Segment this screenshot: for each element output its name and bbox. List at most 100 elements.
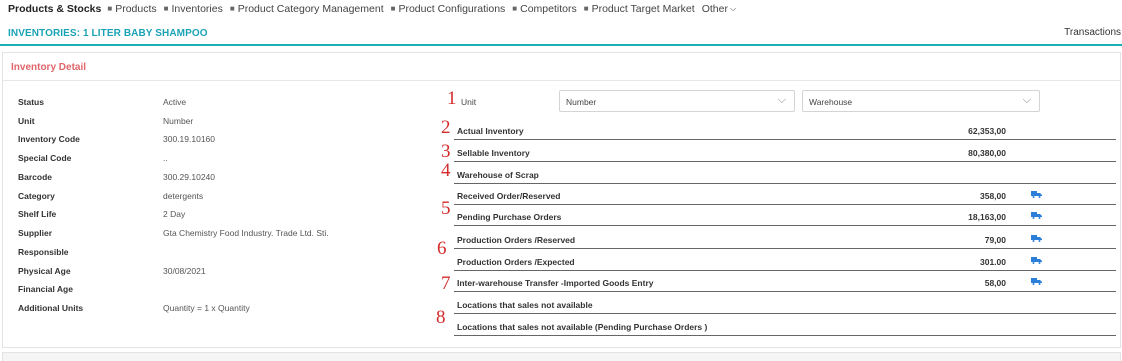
nav-item-label: Other xyxy=(701,2,728,15)
detail-row-unit: Unit Number xyxy=(18,116,438,128)
annotation-8: 8 xyxy=(436,307,446,328)
detail-label: Category xyxy=(18,191,55,201)
nav-item-competitors[interactable]: ■ Competitors xyxy=(512,3,576,15)
nav-item-label: Inventories xyxy=(171,2,223,15)
detail-label: Responsible xyxy=(18,247,69,257)
detail-row-responsible: Responsible xyxy=(18,247,438,259)
nav-item-inventories[interactable]: ■ Inventories xyxy=(164,3,223,15)
annotation-4: 4 xyxy=(441,160,451,181)
top-nav: Products & Stocks ■ Products ■ Inventories… xyxy=(0,0,1122,17)
detail-row-special-code: Special Code.. xyxy=(18,153,438,165)
inventory-label: Production Orders /Reserved xyxy=(457,235,576,245)
inventory-value: 18,163,00 xyxy=(968,212,1006,222)
detail-value: Gta Chemistry Food Industry. Trade Ltd. … xyxy=(163,228,329,238)
inventory-row-locations-pending-purchase: Locations that sales not available (Pend… xyxy=(454,318,1116,336)
bullet-icon: ■ xyxy=(512,4,518,13)
detail-value: .. xyxy=(163,153,168,163)
detail-label: Inventory Code xyxy=(18,134,80,144)
inventory-label: Locations that sales not available xyxy=(457,300,593,310)
detail-row-supplier: Supplier Gta Chemistry Food Industry. Tra… xyxy=(18,228,438,240)
inventory-row-production-reserved: Production Orders /Reserved 79,00 xyxy=(454,231,1116,249)
bullet-icon: ■ xyxy=(583,4,589,13)
nav-item-products[interactable]: ■ Products xyxy=(107,3,156,15)
detail-label: Status xyxy=(18,97,44,107)
chevron-down-icon: ⌵ xyxy=(777,94,786,106)
inventory-row-locations-not-available: Locations that sales not available xyxy=(454,296,1116,314)
detail-row-additional-units: Additional Units Quantity = 1 x Quantity xyxy=(18,303,438,315)
inventory-row-scrap: Warehouse of Scrap xyxy=(454,166,1116,184)
detail-value: 300.29.10240 xyxy=(163,172,215,182)
inventory-label: Inter-warehouse Transfer -Imported Goods… xyxy=(457,278,654,288)
annotation-5: 5 xyxy=(441,198,451,219)
inventory-row-sellable: Sellable Inventory 80,380,00 xyxy=(454,144,1116,162)
detail-row-barcode: Barcode 300.29.10240 xyxy=(18,172,438,184)
nav-item-label: Product Target Market xyxy=(591,2,695,15)
nav-item-product-category-management[interactable]: ■ Product Category Management xyxy=(230,3,384,15)
inventory-row-actual: Actual Inventory 62,353,00 xyxy=(454,122,1116,140)
detail-value: Number xyxy=(163,116,194,126)
detail-label: Additional Units xyxy=(18,303,84,313)
detail-label: Physical Age xyxy=(18,266,71,276)
page-title: INVENTORIES: 1 LITER BABY SHAMPOO xyxy=(8,28,208,39)
transactions-button[interactable]: Transactions xyxy=(1064,27,1121,38)
detail-row-financial-age: Financial Age xyxy=(18,284,438,296)
chevron-down-icon: ⌵ xyxy=(1022,94,1031,106)
truck-icon[interactable] xyxy=(1031,190,1042,198)
truck-icon[interactable] xyxy=(1031,256,1042,264)
nav-item-product-configurations[interactable]: ■ Product Configurations xyxy=(391,3,506,15)
inventory-row-pending-purchase: Pending Purchase Orders 18,163,00 xyxy=(454,208,1116,226)
detail-row-category: Category detergents xyxy=(18,191,438,203)
detail-row-shelf-life: Shelf Life 2 Day xyxy=(18,209,438,221)
inventory-value: 79,00 xyxy=(984,235,1006,245)
inventory-row-inter-warehouse: Inter-warehouse Transfer -Imported Goods… xyxy=(454,274,1116,292)
detail-value: detergents xyxy=(163,191,204,201)
inventory-label: Received Order/Reserved xyxy=(457,191,561,201)
detail-value: Quantity = 1 x Quantity xyxy=(163,303,250,313)
page-header: INVENTORIES: 1 LITER BABY SHAMPOO Transa… xyxy=(0,22,1122,46)
truck-icon[interactable] xyxy=(1031,277,1042,285)
unit-select[interactable]: Number ⌵ xyxy=(559,90,795,112)
detail-value: 2 Day xyxy=(163,209,186,219)
inventory-value: 80,380,00 xyxy=(968,148,1006,158)
nav-brand[interactable]: Products & Stocks xyxy=(8,3,101,15)
detail-value: Active xyxy=(163,97,187,107)
detail-label: Special Code xyxy=(18,153,72,163)
inventory-label: Sellable Inventory xyxy=(457,148,530,158)
warehouse-select-value: Warehouse xyxy=(809,97,853,107)
truck-icon[interactable] xyxy=(1031,234,1042,242)
annotation-7: 7 xyxy=(441,273,451,294)
detail-row-physical-age: Physical Age 30/08/2021 xyxy=(18,266,438,278)
truck-icon[interactable] xyxy=(1031,211,1042,219)
nav-item-product-target-market[interactable]: ■ Product Target Market xyxy=(584,3,695,15)
inventory-label: Actual Inventory xyxy=(457,126,524,136)
inventory-label: Warehouse of Scrap xyxy=(457,170,539,180)
detail-value: 300.19.10160 xyxy=(163,134,215,144)
detail-value: 30/08/2021 xyxy=(163,266,206,276)
next-panel-edge xyxy=(2,352,1121,361)
bullet-icon: ■ xyxy=(390,4,396,13)
inventory-value: 58,00 xyxy=(984,278,1006,288)
annotation-2: 2 xyxy=(441,117,451,138)
warehouse-select[interactable]: Warehouse ⌵ xyxy=(802,90,1040,112)
bullet-icon: ■ xyxy=(229,4,235,13)
detail-label: Unit xyxy=(18,116,35,126)
panel-title: Inventory Detail xyxy=(3,53,1120,81)
inventory-label: Locations that sales not available (Pend… xyxy=(457,322,708,332)
inventory-row-received-order: Received Order/Reserved 358,00 xyxy=(454,187,1116,205)
detail-label: Financial Age xyxy=(18,284,73,294)
unit-filter-label: Unit xyxy=(461,97,477,107)
nav-item-other[interactable]: Other ⌵ xyxy=(702,3,736,15)
nav-item-label: Competitors xyxy=(520,2,577,15)
inventory-row-production-expected: Production Orders /Expected 301.00 xyxy=(454,253,1116,271)
inventory-value: 301.00 xyxy=(980,257,1006,267)
detail-label: Barcode xyxy=(18,172,53,182)
annotation-6: 6 xyxy=(437,238,447,259)
detail-row-inventory-code: Inventory Code 300.19.10160 xyxy=(18,134,438,146)
nav-item-label: Product Configurations xyxy=(398,2,506,15)
detail-label: Shelf Life xyxy=(18,209,57,219)
inventory-value: 358,00 xyxy=(980,191,1006,201)
detail-row-status: Status Active xyxy=(18,97,438,109)
detail-label: Supplier xyxy=(18,228,53,238)
unit-select-value: Number xyxy=(566,97,597,107)
inventory-label: Production Orders /Expected xyxy=(457,257,575,267)
